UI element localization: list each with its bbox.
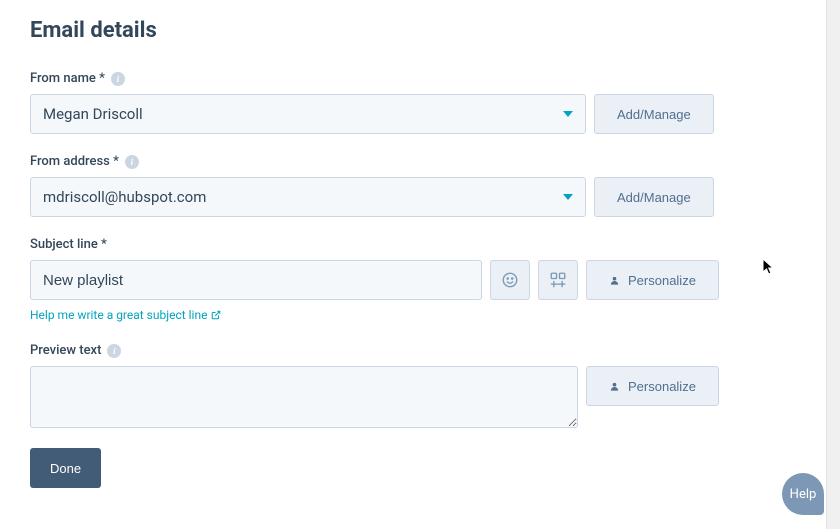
personalize-label: Personalize [628,273,696,288]
done-button[interactable]: Done [30,448,101,488]
chevron-down-icon [563,194,573,200]
preview-personalize-button[interactable]: Personalize [586,366,719,406]
subject-personalize-button[interactable]: Personalize [586,260,719,300]
help-link-text: Help me write a great subject line [30,308,207,322]
subject-help-link[interactable]: Help me write a great subject line [30,308,221,322]
from-name-select[interactable]: Megan Driscoll [30,94,586,134]
subject-group: Subject line * [30,237,810,323]
preview-group: Preview text i Personalize [30,343,810,428]
from-address-value: mdriscoll@hubspot.com [43,188,206,206]
personalize-label: Personalize [628,379,696,394]
info-icon[interactable]: i [125,155,139,169]
ab-test-icon [549,271,567,289]
subject-label: Subject line * [30,237,107,252]
ab-test-button[interactable] [538,260,578,300]
from-address-group: From address * i mdriscoll@hubspot.com A… [30,154,810,217]
info-icon[interactable]: i [111,72,125,86]
info-icon[interactable]: i [107,344,121,358]
preview-textarea[interactable] [30,366,578,428]
preview-label: Preview text [30,343,101,358]
chevron-down-icon [563,111,573,117]
from-address-label: From address * [30,154,119,169]
scrollbar-thumb[interactable] [829,0,839,529]
external-link-icon [211,310,221,320]
emoji-button[interactable] [490,260,530,300]
person-icon [609,381,620,392]
help-bubble[interactable]: Help [782,473,824,515]
from-name-manage-button[interactable]: Add/Manage [594,94,714,134]
from-name-value: Megan Driscoll [43,105,143,123]
emoji-icon [501,271,519,289]
from-address-select[interactable]: mdriscoll@hubspot.com [30,177,586,217]
scrollbar[interactable] [826,0,840,529]
person-icon [609,275,620,286]
from-name-label: From name * [30,71,105,86]
from-name-group: From name * i Megan Driscoll Add/Manage [30,71,810,134]
page-title: Email details [30,18,810,43]
subject-input[interactable] [30,260,482,300]
from-address-manage-button[interactable]: Add/Manage [594,177,714,217]
